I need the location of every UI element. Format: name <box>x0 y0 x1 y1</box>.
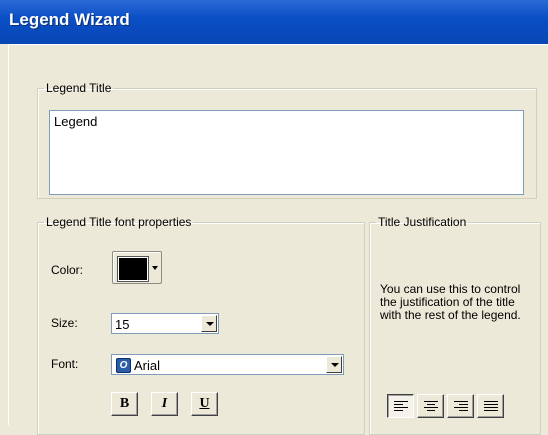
color-label: Color: <box>51 263 84 277</box>
opentype-font-icon: O <box>116 358 131 373</box>
font-properties-group: Legend Title font properties Color: Size… <box>37 215 365 435</box>
title-bar: Legend Wizard <box>0 0 548 44</box>
legend-title-group: Legend Title Legend <box>37 81 537 199</box>
align-left-button[interactable] <box>387 394 414 418</box>
align-right-icon <box>454 401 468 413</box>
font-label: Font: <box>51 357 79 371</box>
justification-description: You can use this to control the justific… <box>380 282 521 322</box>
font-dropdown-arrow-icon[interactable] <box>326 356 342 373</box>
title-justification-group: Title Justification You can use this to … <box>369 215 541 435</box>
align-justify-icon <box>484 401 498 413</box>
title-justification-group-label: Title Justification <box>378 215 467 229</box>
underline-button[interactable]: U <box>191 392 218 416</box>
align-left-icon <box>394 401 408 413</box>
align-justify-button[interactable] <box>477 394 504 418</box>
font-value: Arial <box>134 358 161 373</box>
color-swatch <box>117 256 149 282</box>
color-picker-button[interactable] <box>112 251 162 284</box>
italic-button[interactable]: I <box>151 392 178 416</box>
chevron-down-icon <box>152 266 158 270</box>
legend-title-value: Legend <box>54 114 98 129</box>
window-title: Legend Wizard <box>9 10 130 29</box>
align-center-button[interactable] <box>417 394 444 418</box>
align-center-icon <box>424 401 438 413</box>
size-value: 15 <box>115 317 130 332</box>
size-dropdown-arrow-icon[interactable] <box>201 315 217 332</box>
font-select[interactable]: O Arial <box>111 354 344 375</box>
font-properties-group-label: Legend Title font properties <box>46 215 192 229</box>
dialog-body: Legend Title Legend Legend Title font pr… <box>8 44 548 435</box>
align-right-button[interactable] <box>447 394 474 418</box>
legend-title-input[interactable]: Legend <box>49 110 524 195</box>
bold-button[interactable]: B <box>111 392 138 416</box>
size-select[interactable]: 15 <box>111 313 219 334</box>
legend-title-group-label: Legend Title <box>46 81 112 95</box>
size-label: Size: <box>51 316 78 330</box>
